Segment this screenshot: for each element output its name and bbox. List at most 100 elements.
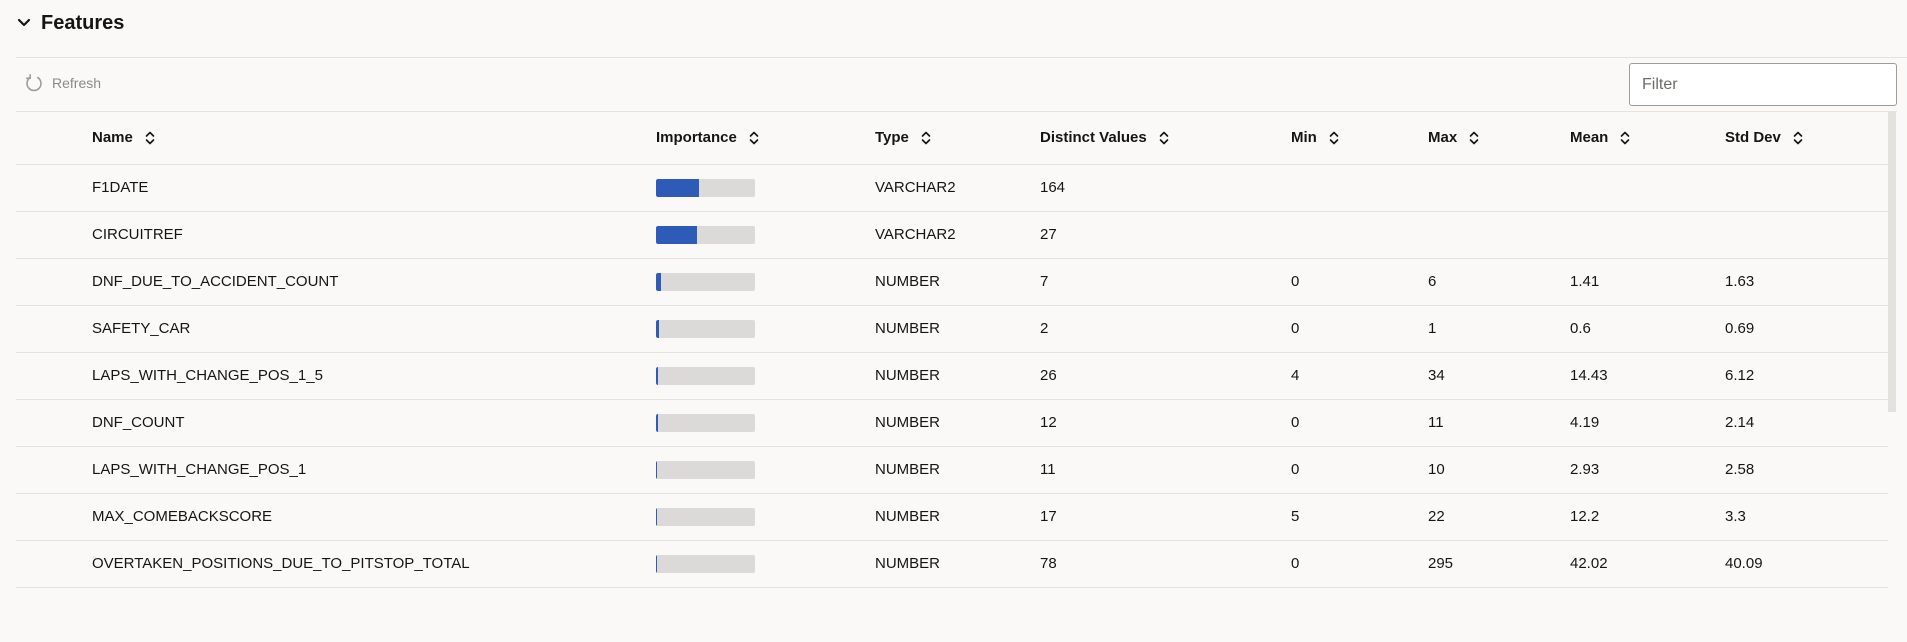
cell-min	[1291, 164, 1428, 211]
importance-bar	[656, 554, 755, 573]
cell-mean: 4.19	[1570, 414, 1600, 431]
cell-max: 1	[1428, 320, 1437, 337]
cell-mean: 12.2	[1570, 508, 1600, 525]
cell-std-dev: 3.3	[1725, 508, 1746, 525]
cell-type: NUMBER	[875, 508, 941, 525]
sort-icon[interactable]	[749, 130, 759, 146]
features-section-header: Features	[16, 8, 124, 38]
cell-importance	[656, 258, 875, 305]
importance-bar-fill	[656, 319, 659, 338]
cell-min	[1291, 211, 1428, 258]
cell-min: 0	[1291, 273, 1300, 290]
column-header-mean[interactable]: Mean	[1570, 112, 1725, 164]
cell-mean	[1570, 211, 1725, 258]
cell-name: SAFETY_CAR	[92, 320, 191, 337]
cell-mean: 2.93	[1570, 461, 1600, 478]
column-header-min[interactable]: Min	[1291, 112, 1428, 164]
cell-name: F1DATE	[92, 179, 149, 196]
sort-icon[interactable]	[921, 130, 931, 146]
column-header-name[interactable]: Name	[92, 112, 656, 164]
cell-distinct-values: 12	[1040, 414, 1057, 431]
cell-mean	[1570, 164, 1725, 211]
section-title: Features	[41, 11, 125, 34]
sort-icon[interactable]	[145, 130, 155, 146]
table-row[interactable]: DNF_COUNT NUMBER 12 0 11 4.19 2.14	[16, 399, 1888, 446]
cell-max	[1428, 164, 1570, 211]
vertical-scrollbar[interactable]	[1888, 112, 1896, 412]
column-header-importance[interactable]: Importance	[656, 112, 875, 164]
cell-type: NUMBER	[875, 555, 941, 572]
importance-bar	[656, 507, 755, 526]
importance-bar	[656, 366, 755, 385]
table-row[interactable]: OVERTAKEN_POSITIONS_DUE_TO_PITSTOP_TOTAL…	[16, 540, 1888, 587]
cell-name: CIRCUITREF	[92, 226, 183, 243]
cell-importance	[656, 399, 875, 446]
cell-distinct-values: 17	[1040, 508, 1057, 525]
cell-type: NUMBER	[875, 273, 941, 290]
cell-min: 4	[1291, 367, 1300, 384]
table-toolbar: Refresh	[16, 58, 1897, 112]
importance-bar	[656, 413, 755, 432]
importance-bar	[656, 178, 755, 197]
cell-std-dev: 6.12	[1725, 367, 1755, 384]
sort-icon[interactable]	[1159, 130, 1169, 146]
sort-icon[interactable]	[1329, 130, 1339, 146]
table-header-row: Name Importance Type Distinct Values Min…	[16, 112, 1888, 164]
refresh-button[interactable]: Refresh	[24, 73, 101, 93]
cell-std-dev	[1725, 164, 1888, 211]
column-header-distinct-values[interactable]: Distinct Values	[1040, 112, 1291, 164]
column-header-max[interactable]: Max	[1428, 112, 1570, 164]
cell-importance	[656, 211, 875, 258]
table-row[interactable]: LAPS_WITH_CHANGE_POS_1 NUMBER 11 0 10 2.…	[16, 446, 1888, 493]
table-row[interactable]: CIRCUITREF VARCHAR2 27	[16, 211, 1888, 258]
cell-name: LAPS_WITH_CHANGE_POS_1_5	[92, 367, 323, 384]
cell-std-dev: 0.69	[1725, 320, 1755, 337]
importance-bar-fill	[656, 178, 699, 197]
cell-name: MAX_COMEBACKSCORE	[92, 508, 273, 525]
refresh-icon	[24, 73, 44, 93]
cell-mean: 42.02	[1570, 555, 1608, 572]
importance-bar	[656, 460, 755, 479]
column-header-std-dev[interactable]: Std Dev	[1725, 112, 1888, 164]
cell-name: OVERTAKEN_POSITIONS_DUE_TO_PITSTOP_TOTAL	[92, 555, 470, 572]
cell-importance	[656, 164, 875, 211]
table-row[interactable]: MAX_COMEBACKSCORE NUMBER 17 5 22 12.2 3.…	[16, 493, 1888, 540]
table-row[interactable]: LAPS_WITH_CHANGE_POS_1_5 NUMBER 26 4 34 …	[16, 352, 1888, 399]
cell-distinct-values: 26	[1040, 367, 1057, 384]
cell-max: 6	[1428, 273, 1437, 290]
cell-distinct-values: 2	[1040, 320, 1049, 337]
cell-distinct-values: 164	[1040, 179, 1066, 196]
cell-std-dev: 40.09	[1725, 555, 1763, 572]
cell-min: 0	[1291, 461, 1300, 478]
cell-type: NUMBER	[875, 461, 941, 478]
cell-min: 0	[1291, 320, 1300, 337]
cell-type: VARCHAR2	[875, 226, 956, 243]
chevron-down-icon[interactable]	[16, 15, 32, 31]
importance-bar	[656, 225, 755, 244]
sort-icon[interactable]	[1793, 130, 1803, 146]
sort-icon[interactable]	[1469, 130, 1479, 146]
cell-std-dev: 2.58	[1725, 461, 1755, 478]
cell-max: 11	[1428, 414, 1444, 431]
features-table-container: Name Importance Type Distinct Values Min…	[16, 112, 1888, 642]
cell-distinct-values: 27	[1040, 226, 1057, 243]
cell-distinct-values: 78	[1040, 555, 1057, 572]
cell-type: NUMBER	[875, 414, 941, 431]
importance-bar-fill	[656, 366, 659, 385]
filter-input[interactable]	[1629, 63, 1897, 106]
cell-max: 10	[1428, 461, 1445, 478]
cell-importance	[656, 493, 875, 540]
importance-bar	[656, 319, 755, 338]
importance-bar-fill	[656, 460, 658, 479]
table-row[interactable]: SAFETY_CAR NUMBER 2 0 1 0.6 0.69	[16, 305, 1888, 352]
cell-min: 0	[1291, 555, 1300, 572]
cell-std-dev: 2.14	[1725, 414, 1755, 431]
cell-max: 22	[1428, 508, 1445, 525]
cell-mean: 1.41	[1570, 273, 1600, 290]
sort-icon[interactable]	[1620, 130, 1630, 146]
column-header-type[interactable]: Type	[875, 112, 1040, 164]
table-row[interactable]: F1DATE VARCHAR2 164	[16, 164, 1888, 211]
cell-name: LAPS_WITH_CHANGE_POS_1	[92, 461, 307, 478]
table-row[interactable]: DNF_DUE_TO_ACCIDENT_COUNT NUMBER 7 0 6 1…	[16, 258, 1888, 305]
cell-name: DNF_DUE_TO_ACCIDENT_COUNT	[92, 273, 339, 290]
